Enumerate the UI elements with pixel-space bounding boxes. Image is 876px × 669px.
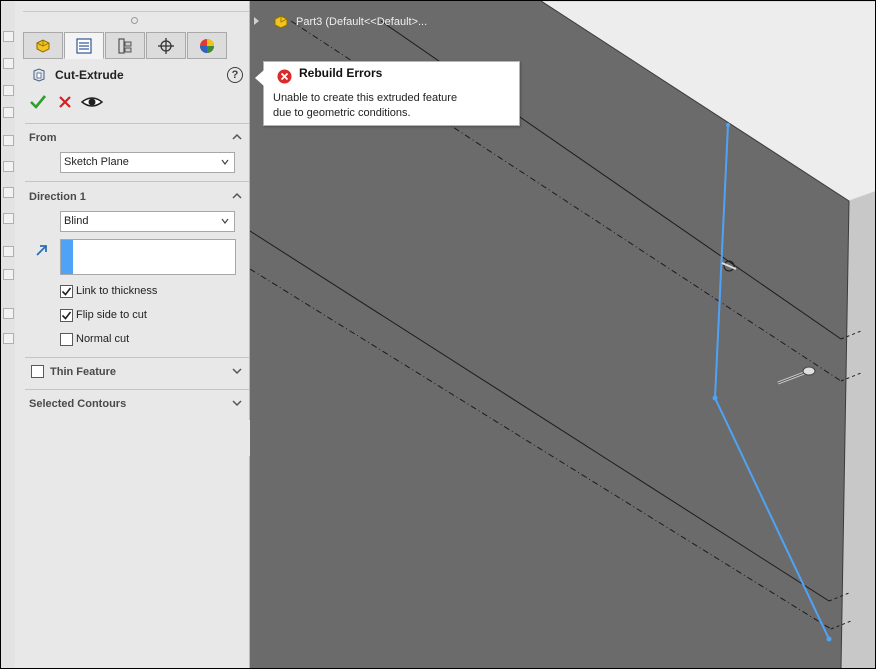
thin-feature-section-header[interactable]: Thin Feature xyxy=(29,364,243,382)
ok-check-icon[interactable] xyxy=(29,93,47,111)
tooltip-pointer xyxy=(255,70,264,86)
checkbox-box[interactable] xyxy=(60,285,73,298)
feature-title: Cut-Extrude xyxy=(55,68,124,82)
sketch-point xyxy=(712,395,718,401)
feature-tree-icon[interactable] xyxy=(3,187,14,198)
tab-property-manager[interactable] xyxy=(64,32,104,59)
direction1-section-label: Direction 1 xyxy=(29,191,86,203)
error-title: Rebuild Errors xyxy=(299,66,383,80)
chevron-down-icon xyxy=(221,159,229,165)
help-icon[interactable]: ? xyxy=(227,67,243,83)
configuration-manager-icon xyxy=(118,37,132,54)
tab-configuration-manager[interactable] xyxy=(105,32,145,59)
solidworks-window: Cut-Extrude ? From Sketch Plane Directio… xyxy=(0,0,876,669)
preview-eye-icon[interactable] xyxy=(81,93,103,111)
from-dropdown[interactable]: Sketch Plane xyxy=(60,152,235,173)
part-icon xyxy=(36,38,50,53)
direction1-section-header[interactable]: Direction 1 xyxy=(29,189,243,207)
expand-arrow-icon[interactable] xyxy=(254,17,259,25)
feature-tree-icon[interactable] xyxy=(3,107,14,118)
feature-tree-icon[interactable] xyxy=(3,135,14,146)
thin-feature-checkbox[interactable] xyxy=(31,365,44,378)
property-manager-panel: Cut-Extrude ? From Sketch Plane Directio… xyxy=(15,1,250,668)
chevron-down-icon[interactable] xyxy=(231,397,243,409)
tab-feature-manager[interactable] xyxy=(23,32,63,59)
chevron-up-icon[interactable] xyxy=(231,190,243,202)
panel-resize-grip[interactable] xyxy=(131,17,138,24)
tab-display-manager[interactable] xyxy=(187,32,227,59)
error-message-line1: Unable to create this extruded feature xyxy=(273,92,458,104)
from-section-label: From xyxy=(29,132,57,144)
feature-title-row: Cut-Extrude ? xyxy=(31,67,243,87)
thin-feature-label: Thin Feature xyxy=(50,366,117,378)
feature-tree-icon[interactable] xyxy=(3,246,14,257)
property-manager-icon xyxy=(76,37,92,54)
feature-tree-icon[interactable] xyxy=(3,31,14,42)
section-divider xyxy=(25,123,249,124)
chevron-down-icon[interactable] xyxy=(231,365,243,377)
feature-tree-strip xyxy=(1,1,15,668)
chevron-down-icon xyxy=(221,218,229,224)
reverse-direction-icon[interactable] xyxy=(35,243,49,257)
end-condition-dropdown[interactable]: Blind xyxy=(60,211,235,232)
cancel-x-icon[interactable] xyxy=(56,93,74,111)
section-divider xyxy=(25,181,249,182)
feature-tree-icon[interactable] xyxy=(3,333,14,344)
sketch-point xyxy=(726,123,730,127)
selected-contours-label: Selected Contours xyxy=(29,398,127,410)
feature-tree-icon[interactable] xyxy=(3,161,14,172)
checkbox-box[interactable] xyxy=(60,309,73,322)
part-name-label: Part3 (Default<<Default>... xyxy=(296,16,428,28)
from-section-header[interactable]: From xyxy=(29,130,243,148)
section-divider xyxy=(25,357,249,358)
feature-tree-icon[interactable] xyxy=(3,58,14,69)
depth-input[interactable] xyxy=(60,239,236,275)
tab-dimxpert-manager[interactable] xyxy=(146,32,186,59)
checkmark-icon xyxy=(61,287,72,296)
feature-tree-icon[interactable] xyxy=(3,213,14,224)
feature-tree-icon[interactable] xyxy=(3,85,14,96)
sketch-point xyxy=(826,636,832,642)
feature-tree-icon[interactable] xyxy=(3,269,14,280)
error-message-line2: due to geometric conditions. xyxy=(273,107,411,119)
selected-contours-section-header[interactable]: Selected Contours xyxy=(29,396,243,414)
panel-top-divider xyxy=(23,1,249,12)
cut-extrude-icon xyxy=(33,68,45,82)
checkmark-icon xyxy=(61,311,72,320)
manager-tabs xyxy=(23,32,228,59)
action-buttons xyxy=(29,93,119,113)
feature-tree-icon[interactable] xyxy=(3,308,14,319)
dimxpert-icon xyxy=(158,37,174,54)
section-divider xyxy=(25,389,249,390)
display-manager-icon xyxy=(200,38,214,53)
from-dropdown-value: Sketch Plane xyxy=(64,156,129,168)
chevron-up-icon[interactable] xyxy=(231,131,243,143)
end-condition-value: Blind xyxy=(64,215,89,227)
normal-cut-label: Normal cut xyxy=(76,333,130,345)
depth-input-accent xyxy=(61,240,73,274)
checkbox-box[interactable] xyxy=(60,333,73,346)
flip-side-to-cut-label: Flip side to cut xyxy=(76,309,147,321)
part-icon xyxy=(274,15,288,29)
rebuild-errors-tooltip: Rebuild Errors Unable to create this ext… xyxy=(255,61,520,126)
link-to-thickness-label: Link to thickness xyxy=(76,285,158,297)
error-icon xyxy=(277,69,292,84)
